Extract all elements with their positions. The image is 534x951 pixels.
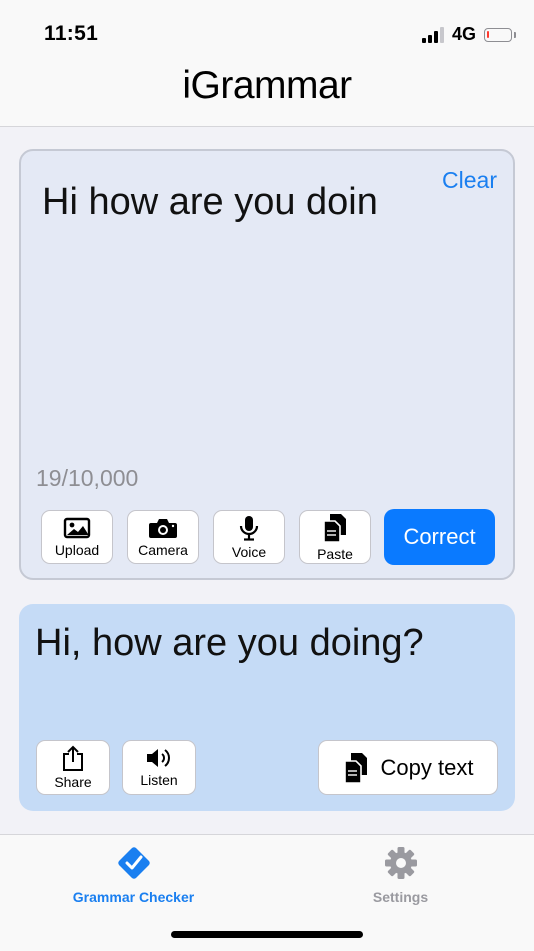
- copy-text-label: Copy text: [380, 754, 474, 780]
- text-input[interactable]: Hi how are you doin: [42, 181, 378, 224]
- battery-level: [487, 30, 489, 38]
- correct-button[interactable]: Correct: [384, 509, 495, 565]
- status-indicators: 4G: [421, 24, 516, 45]
- camera-label: Camera: [138, 541, 188, 558]
- tab-settings[interactable]: Settings: [267, 835, 534, 915]
- signal-icon: [421, 26, 444, 43]
- upload-button[interactable]: Upload: [41, 510, 113, 564]
- voice-label: Voice: [231, 543, 267, 560]
- camera-icon: [149, 518, 177, 538]
- gear-icon: [384, 847, 417, 879]
- checkmark-badge-icon: [117, 847, 150, 879]
- camera-button[interactable]: Camera: [127, 510, 199, 564]
- home-indicator: [171, 931, 363, 938]
- tab-settings-label: Settings: [372, 889, 429, 905]
- input-card: Clear Hi how are you doin 19/10,000 Uplo…: [19, 149, 515, 580]
- paste-button[interactable]: Paste: [299, 510, 371, 564]
- network-type: 4G: [451, 24, 476, 44]
- character-count: 19/10,000: [36, 465, 139, 491]
- top-bar: 11:51 4G iGrammar: [0, 0, 534, 127]
- page-title: iGrammar: [182, 64, 352, 107]
- clear-button[interactable]: Clear: [442, 167, 497, 194]
- speaker-icon: [147, 749, 170, 767]
- upload-label: Upload: [54, 541, 100, 558]
- output-card: Hi, how are you doing? Share Listen Copy…: [19, 604, 515, 811]
- tab-grammar-checker[interactable]: Grammar Checker: [0, 835, 267, 915]
- corrected-text: Hi, how are you doing?: [35, 622, 424, 664]
- share-button[interactable]: Share: [36, 740, 110, 795]
- share-label: Share: [54, 774, 92, 790]
- listen-button[interactable]: Listen: [122, 740, 196, 795]
- share-icon: [63, 745, 83, 771]
- microphone-icon: [239, 515, 259, 541]
- paste-label: Paste: [317, 545, 353, 562]
- voice-button[interactable]: Voice: [213, 510, 285, 564]
- paste-icon: [323, 513, 346, 543]
- listen-label: Listen: [140, 772, 178, 788]
- image-icon: [63, 517, 91, 538]
- battery-icon: [484, 27, 516, 42]
- status-time: 11:51: [44, 22, 99, 45]
- copy-icon: [343, 752, 367, 784]
- copy-text-button[interactable]: Copy text: [318, 740, 498, 795]
- tab-grammar-checker-label: Grammar Checker: [72, 889, 195, 905]
